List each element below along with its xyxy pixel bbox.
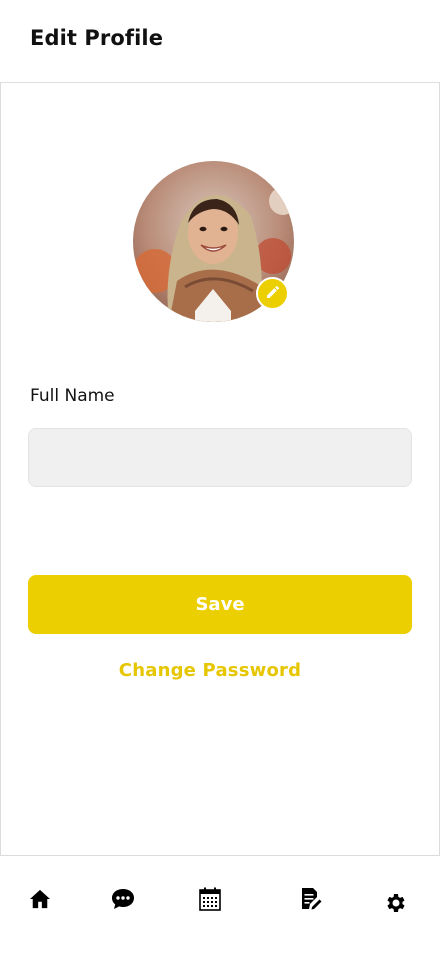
bottom-navigation [0,855,440,956]
save-button[interactable]: Save [28,575,412,634]
calendar-icon [199,887,221,915]
page-title: Edit Profile [30,26,164,50]
nav-chat[interactable] [108,886,138,916]
change-password-link[interactable]: Change Password [0,660,420,681]
notes-edit-icon [300,887,322,915]
pencil-icon [265,284,281,304]
nav-home[interactable] [25,886,55,916]
avatar-container [133,161,294,322]
gear-icon [384,891,408,919]
chat-icon [111,888,135,914]
nav-settings[interactable] [381,890,411,920]
nav-notes[interactable] [296,886,326,916]
home-icon [29,889,51,913]
full-name-input[interactable] [28,428,412,487]
edit-avatar-button[interactable] [256,277,289,310]
nav-calendar[interactable] [195,886,225,916]
top-bar: Edit Profile [0,0,440,83]
full-name-label: Full Name [30,386,115,406]
